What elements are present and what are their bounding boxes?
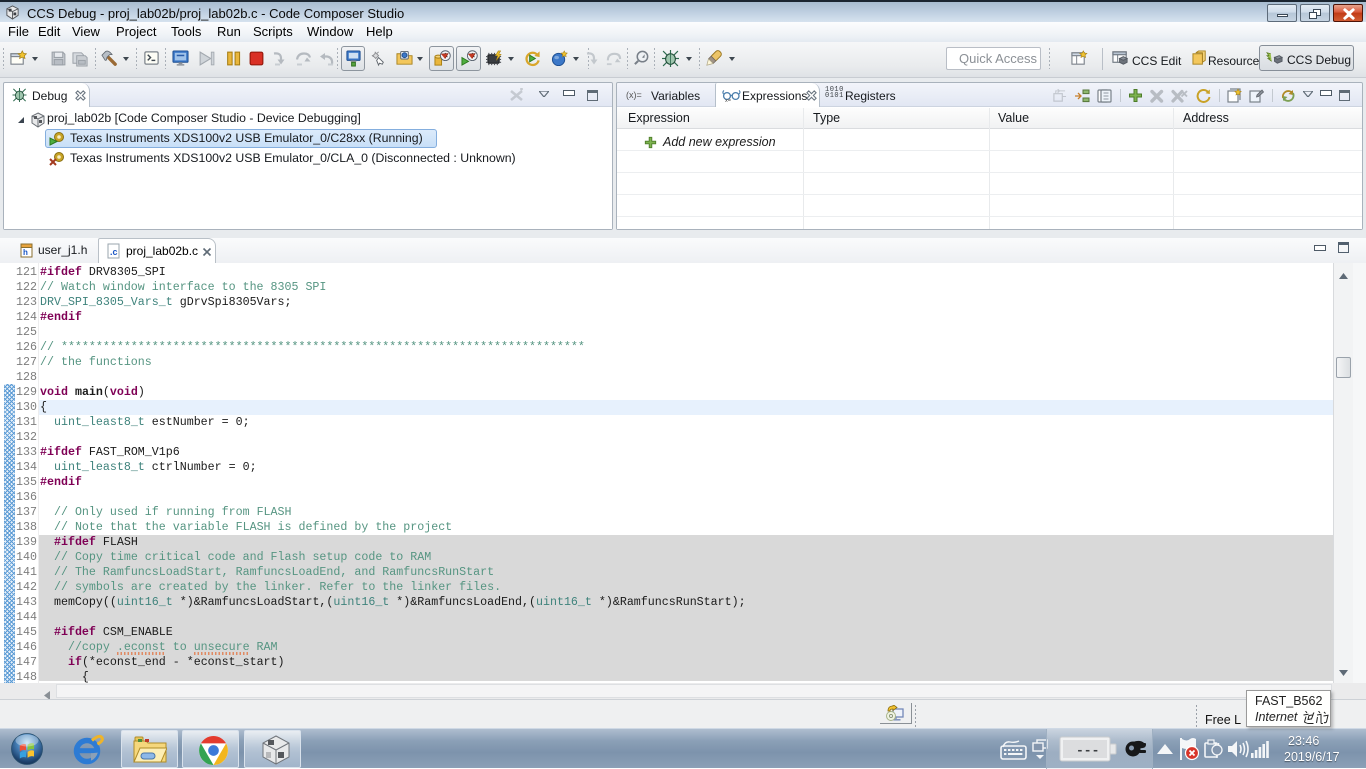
svg-text:.c: .c [110, 247, 118, 257]
svg-text:x=: x= [725, 98, 731, 102]
svg-text:---: --- [1076, 743, 1099, 758]
svg-text:h: h [23, 248, 28, 257]
